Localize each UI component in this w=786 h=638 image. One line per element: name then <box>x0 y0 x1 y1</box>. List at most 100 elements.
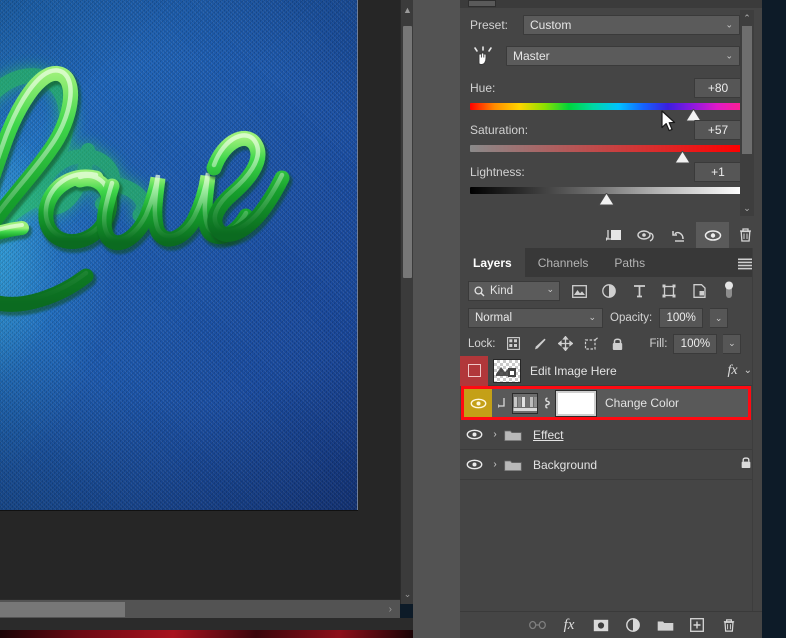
add-layer-mask-button[interactable] <box>592 616 610 634</box>
tab-layers-label: Layers <box>473 256 512 270</box>
type-layer-filter-icon[interactable] <box>628 281 650 301</box>
hue-value-field[interactable]: +80 <box>694 78 742 98</box>
right-panel-dock: Preset: Custom ⌄ Master ⌄ <box>460 0 762 638</box>
layer-visibility-toggle[interactable] <box>460 356 488 386</box>
doc-vertical-scrollbar[interactable]: ▲ ⌄ <box>400 0 413 604</box>
scroll-right-arrow-icon[interactable]: › <box>389 600 392 619</box>
layer-name: Change Color <box>605 396 679 410</box>
trash-icon <box>738 227 753 243</box>
selected-layer-row[interactable]: Change Color <box>464 389 748 417</box>
reset-icon <box>671 228 688 243</box>
doc-hscroll-thumb[interactable] <box>0 602 125 617</box>
delete-layer-button[interactable] <box>720 616 738 634</box>
layer-thumbnail[interactable] <box>493 359 521 383</box>
link-icon[interactable] <box>538 396 556 410</box>
table-row[interactable]: Change Color <box>460 386 762 420</box>
lock-position-icon[interactable] <box>558 335 574 353</box>
selected-layer-container[interactable]: Change Color <box>460 386 762 420</box>
tab-paths[interactable]: Paths <box>601 248 658 277</box>
lightness-value-field[interactable]: +1 <box>694 162 742 182</box>
panel-top-chip <box>468 0 496 7</box>
lock-all-icon[interactable] <box>610 335 626 353</box>
layer-visibility-toggle[interactable] <box>464 389 492 417</box>
link-layers-button[interactable] <box>528 616 546 634</box>
filter-toggle-switch[interactable] <box>718 281 740 301</box>
tab-channels[interactable]: Channels <box>525 248 602 277</box>
fill-stepper-chevron-icon[interactable]: ⌄ <box>723 334 741 354</box>
reset-adjustment-button[interactable] <box>663 222 696 248</box>
canvas-bottom-edge <box>0 510 358 511</box>
group-expand-chevron-icon[interactable]: › <box>488 429 502 440</box>
eye-icon <box>466 459 483 470</box>
lightness-slider-block: Lightness: +1 <box>470 162 742 194</box>
layer-visibility-toggle[interactable] <box>460 450 488 480</box>
panel-menu-icon[interactable] <box>738 257 752 275</box>
hue-slider-track[interactable] <box>470 103 742 110</box>
layers-panel-tabs: Layers Channels Paths <box>460 248 762 277</box>
clip-to-layer-button[interactable] <box>597 222 630 248</box>
chevron-down-icon[interactable]: ⌄ <box>744 365 752 376</box>
doc-vscroll-thumb[interactable] <box>403 26 412 278</box>
channel-value: Master <box>513 49 550 63</box>
eye-icon <box>466 429 483 440</box>
group-expand-chevron-icon[interactable]: › <box>488 459 502 470</box>
lock-image-pixels-icon[interactable] <box>532 335 548 353</box>
layer-mask-thumbnail[interactable] <box>556 391 596 416</box>
preset-label: Preset: <box>470 18 516 32</box>
eye-icon <box>470 398 487 409</box>
layers-scroll-edge[interactable] <box>752 248 762 638</box>
lightness-slider-track[interactable] <box>470 187 742 194</box>
preset-dropdown[interactable]: Custom ⌄ <box>523 15 740 35</box>
channel-dropdown[interactable]: Master ⌄ <box>506 46 740 66</box>
new-group-button[interactable] <box>656 616 674 634</box>
tab-layers[interactable]: Layers <box>460 248 525 277</box>
folder-icon <box>502 458 524 472</box>
new-adjustment-layer-button[interactable] <box>624 616 642 634</box>
hand-scrub-icon[interactable] <box>470 45 496 67</box>
opacity-value-field[interactable]: 100% <box>659 308 703 328</box>
image-canvas[interactable] <box>0 0 358 511</box>
toggle-previous-state-button[interactable] <box>630 222 663 248</box>
layer-filter-row: Kind ⌄ <box>460 277 762 305</box>
shape-layer-filter-icon[interactable] <box>658 281 680 301</box>
adjustments-scroll-thumb[interactable] <box>742 26 752 154</box>
opacity-stepper-chevron-icon[interactable]: ⌄ <box>710 308 728 328</box>
opacity-label: Opacity: <box>610 312 652 324</box>
table-row[interactable]: › Background <box>460 450 762 480</box>
new-layer-button[interactable] <box>688 616 706 634</box>
table-row[interactable]: › Effect <box>460 420 762 450</box>
saturation-slider-track[interactable] <box>470 145 742 152</box>
smart-object-filter-icon[interactable] <box>688 281 710 301</box>
layers-footer-toolbar: fx <box>460 611 762 638</box>
chevron-down-icon: ⌄ <box>725 20 733 31</box>
scroll-up-arrow-icon[interactable]: ⌃ <box>740 10 754 26</box>
adjustments-vertical-scrollbar[interactable]: ⌃ ⌄ <box>740 10 754 216</box>
saturation-slider-block: Saturation: +57 <box>470 120 742 152</box>
layer-visibility-toggle[interactable] <box>460 420 488 450</box>
doc-horizontal-scrollbar[interactable]: › <box>0 599 400 618</box>
folder-icon <box>502 428 524 442</box>
lock-artboard-nesting-icon[interactable] <box>584 335 600 353</box>
fill-value-field[interactable]: 100% <box>673 334 717 354</box>
saturation-value-field[interactable]: +57 <box>694 120 742 140</box>
desktop-background <box>762 0 786 638</box>
blend-mode-dropdown[interactable]: Normal ⌄ <box>468 308 603 328</box>
eye-icon <box>704 229 722 242</box>
delete-adjustment-button[interactable] <box>729 222 762 248</box>
lightness-slider-handle[interactable] <box>598 193 615 206</box>
layer-style-button[interactable]: fx <box>560 616 578 634</box>
lock-transparent-pixels-icon[interactable] <box>506 335 522 353</box>
lightness-label: Lightness: <box>470 165 525 179</box>
clipping-mask-icon <box>492 397 512 410</box>
layer-effects-fx-icon[interactable]: fx <box>728 363 738 379</box>
adjustment-layer-filter-icon[interactable] <box>598 281 620 301</box>
layer-kind-dropdown[interactable]: Kind ⌄ <box>468 281 560 301</box>
toggle-visibility-button[interactable] <box>696 222 729 248</box>
pixel-layer-filter-icon[interactable] <box>568 281 590 301</box>
layer-list: Edit Image Here fx ⌄ <box>460 356 762 480</box>
table-row[interactable]: Edit Image Here fx ⌄ <box>460 356 762 386</box>
adjustment-layer-thumbnail[interactable] <box>512 393 538 414</box>
blend-mode-row: Normal ⌄ Opacity: 100% ⌄ <box>460 305 762 331</box>
hue-label: Hue: <box>470 81 495 95</box>
scroll-down-arrow-icon[interactable]: ⌄ <box>740 200 754 216</box>
